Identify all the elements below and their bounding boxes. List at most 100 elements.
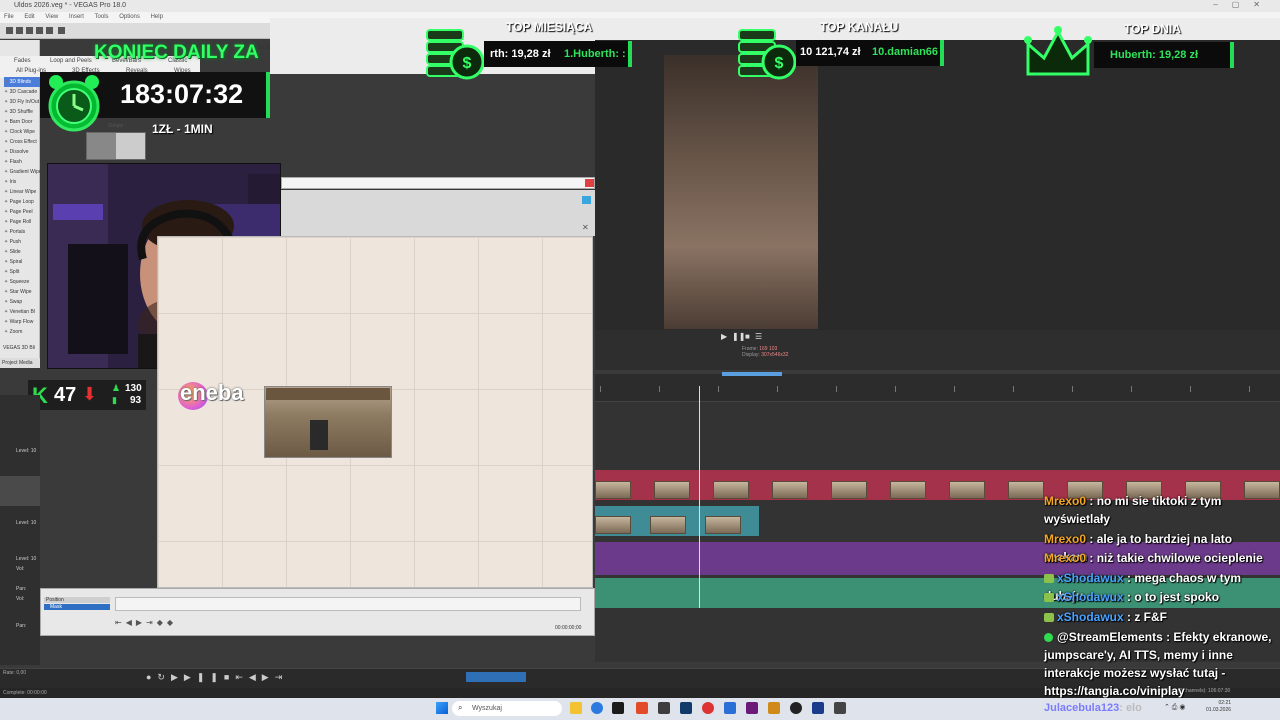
effect-item[interactable]: Slide: [4, 247, 42, 257]
effect-item[interactable]: Gradient Wipe: [4, 167, 42, 177]
settings-app-icon[interactable]: [636, 702, 648, 714]
track-header-label: Pan:: [16, 586, 27, 592]
tab-loop[interactable]: Loop and Peels: [50, 58, 92, 64]
effect-item[interactable]: Star Wipe: [4, 287, 42, 297]
taskbar-clock[interactable]: 02:21 01.03.2026: [1206, 700, 1231, 714]
effect-item[interactable]: Page Loop: [4, 197, 42, 207]
windows-start-icon[interactable]: [436, 702, 448, 714]
effect-item[interactable]: Linear Wipe: [4, 187, 42, 197]
preset-thumbnail[interactable]: [86, 132, 146, 160]
effect-item[interactable]: Portals: [4, 227, 42, 237]
effect-item[interactable]: Warp Flow: [4, 317, 42, 327]
stop-icon[interactable]: ■: [745, 332, 750, 341]
effect-item[interactable]: Page Roll: [4, 217, 42, 227]
edge-icon[interactable]: [591, 702, 603, 714]
effect-item[interactable]: Cross Effect: [4, 137, 42, 147]
file-explorer-icon[interactable]: [570, 702, 582, 714]
timeline-ruler[interactable]: [595, 374, 1280, 402]
clip-thumbnail: [595, 481, 631, 499]
mask-row[interactable]: Mask: [44, 604, 110, 610]
daily-countdown: 183:07:32: [120, 79, 244, 109]
terminal-icon[interactable]: [658, 702, 670, 714]
tray-icons[interactable]: ⌃ ⎙ ◉: [1164, 703, 1185, 712]
chat-text: : niż takie chwilowe ocieplenie: [1086, 551, 1263, 565]
keyframe-nav-icons[interactable]: ⇤◀▶⇥◆◆: [115, 618, 177, 627]
track-header-label: Vol:: [16, 566, 25, 572]
tab-fades[interactable]: Fades: [14, 58, 31, 64]
snap-tools[interactable]: [466, 672, 526, 682]
menu-icon[interactable]: ☰: [755, 332, 762, 341]
effect-item[interactable]: 3D Cascade: [4, 87, 42, 97]
dialog-titlebar: [281, 177, 595, 189]
settings-icon[interactable]: [58, 27, 65, 34]
crown-icon: [1024, 26, 1092, 76]
properties-icon[interactable]: [46, 27, 53, 34]
transport-controls[interactable]: ●↻▶▶❚❚■⇤◀▶⇥: [146, 672, 288, 683]
play-icon[interactable]: ▶: [721, 332, 727, 341]
rate-label: Rate: 0,00: [3, 670, 27, 676]
dialog-close-small-icon[interactable]: ✕: [582, 223, 589, 232]
menu-tools[interactable]: Tools: [95, 14, 109, 20]
selected-track-header[interactable]: [0, 476, 40, 506]
keyframe-timeline[interactable]: [115, 597, 581, 611]
store-icon[interactable]: [612, 702, 624, 714]
effect-item[interactable]: Swap: [4, 297, 42, 307]
clip-thumbnail: [772, 481, 808, 499]
open-icon[interactable]: [16, 27, 23, 34]
effect-item[interactable]: Barn Door: [4, 117, 42, 127]
effect-item[interactable]: Spiral: [4, 257, 42, 267]
photoshop-icon[interactable]: [812, 702, 824, 714]
effect-item[interactable]: Squeeze: [4, 277, 42, 287]
ruler-tick: [1131, 386, 1132, 392]
app-icon-1[interactable]: [746, 702, 758, 714]
effect-item[interactable]: Zoom: [4, 327, 42, 337]
effect-item[interactable]: Iris: [4, 177, 42, 187]
effect-item[interactable]: Dissolve: [4, 147, 42, 157]
chat-message: @StreamElements : Efekty ekranowe, jumps…: [1044, 628, 1276, 700]
new-icon[interactable]: [6, 27, 13, 34]
opera-icon[interactable]: [702, 702, 714, 714]
effect-item[interactable]: Push: [4, 237, 42, 247]
menu-help[interactable]: Help: [151, 14, 163, 20]
app-icon-2[interactable]: [768, 702, 780, 714]
app-icon-3[interactable]: [834, 702, 846, 714]
photos-icon[interactable]: [724, 702, 736, 714]
loop-region[interactable]: [722, 372, 782, 376]
chat-username: Mrexo0: [1044, 551, 1087, 565]
tab-project-media[interactable]: Project Media: [0, 358, 40, 368]
menu-file[interactable]: File: [4, 14, 14, 20]
menu-view[interactable]: View: [45, 14, 58, 20]
save-icon[interactable]: [26, 27, 33, 34]
obs-icon[interactable]: [790, 702, 802, 714]
effect-item[interactable]: Page Peel: [4, 207, 42, 217]
keyframe-panel: [40, 588, 595, 636]
vegas-icon[interactable]: [680, 702, 692, 714]
chat-message: Mrexo0 : no mi sie tiktoki z tym wyświet…: [1044, 492, 1276, 528]
chat-text: : z F&F: [1123, 610, 1168, 624]
taskbar-search[interactable]: Wyszukaj: [452, 701, 562, 716]
svg-text:$: $: [463, 55, 472, 72]
chat-message: Mrexo0 : niż takie chwilowe ocieplenie: [1044, 549, 1276, 567]
dialog-tool-icon[interactable]: [582, 196, 591, 204]
track-header-label: Level: 10: [16, 520, 37, 526]
menu-options[interactable]: Options: [119, 14, 140, 20]
effect-item[interactable]: Flash: [4, 157, 42, 167]
menu-edit[interactable]: Edit: [24, 14, 34, 20]
top-channel-title: TOP KANAŁU: [820, 20, 899, 34]
effect-item[interactable]: 3D Blinds: [4, 77, 42, 87]
effect-item[interactable]: Venetian Bl: [4, 307, 42, 317]
window-controls[interactable]: –▢✕: [1213, 0, 1274, 9]
position-row[interactable]: Position: [44, 597, 110, 603]
effect-item[interactable]: 3D Fly In/Out: [4, 97, 42, 107]
effect-item[interactable]: 3D Shuffle: [4, 107, 42, 117]
playhead[interactable]: [699, 386, 700, 608]
effect-item[interactable]: Clock Wipe: [4, 127, 42, 137]
render-icon[interactable]: [36, 27, 43, 34]
menu-insert[interactable]: Insert: [69, 14, 84, 20]
effect-item[interactable]: Split: [4, 267, 42, 277]
clip-thumbnail: [705, 516, 741, 534]
dialog-toolbar: [281, 190, 595, 236]
screen: Uldos 2026.veg * - VEGAS Pro 18.0 –▢✕ Fi…: [0, 0, 1280, 720]
pause-icon[interactable]: ❚❚: [732, 332, 745, 341]
dialog-close-icon[interactable]: [585, 179, 594, 187]
